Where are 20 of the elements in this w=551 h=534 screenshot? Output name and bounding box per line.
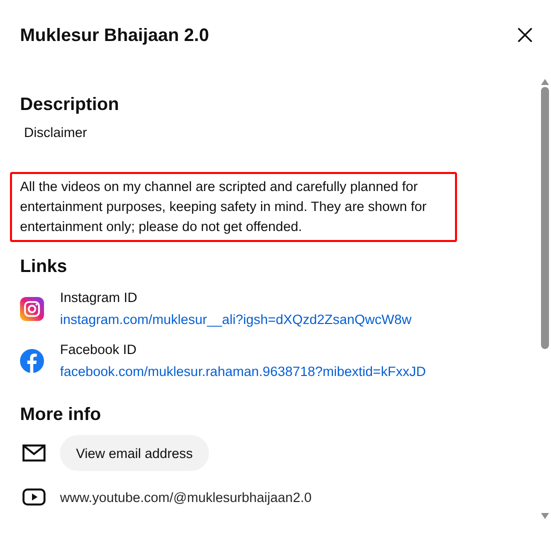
link-label: Facebook ID — [60, 341, 138, 359]
close-icon[interactable] — [515, 25, 535, 45]
play-icon — [22, 487, 46, 507]
camera-logo-icon — [20, 297, 44, 321]
scroll-up-arrow-icon[interactable] — [541, 79, 549, 85]
link-label: Instagram ID — [60, 289, 138, 307]
dialog-title: Muklesur Bhaijaan 2.0 — [20, 24, 210, 46]
section-heading: More info — [20, 403, 102, 426]
view-email-button[interactable]: View email address — [60, 435, 209, 471]
section-heading: Description — [20, 93, 120, 116]
section-heading: Links — [20, 255, 68, 278]
link-url[interactable]: facebook.com/muklesur.rahaman.9638718?mibextid=kFxxJD — [60, 362, 426, 382]
envelope-icon — [22, 443, 46, 463]
scroll-down-arrow-icon[interactable] — [541, 513, 549, 519]
f-logo-icon — [20, 349, 44, 373]
channel-url: www.youtube.com/@muklesurbhaijaan2.0 — [60, 490, 312, 504]
highlighted-paragraph: All the videos on my channel are scripted and carefully planned for entertainment purposes, keeping safety in mind. They are shown for entertainment only; please do not get offended. — [10, 172, 457, 242]
link-url[interactable]: instagram.com/muklesur__ali?igsh=dXQzd2ZsanQwcW8w — [60, 310, 412, 330]
scrollbar-thumb[interactable] — [541, 87, 549, 349]
description-text: Disclaimer — [24, 124, 88, 142]
